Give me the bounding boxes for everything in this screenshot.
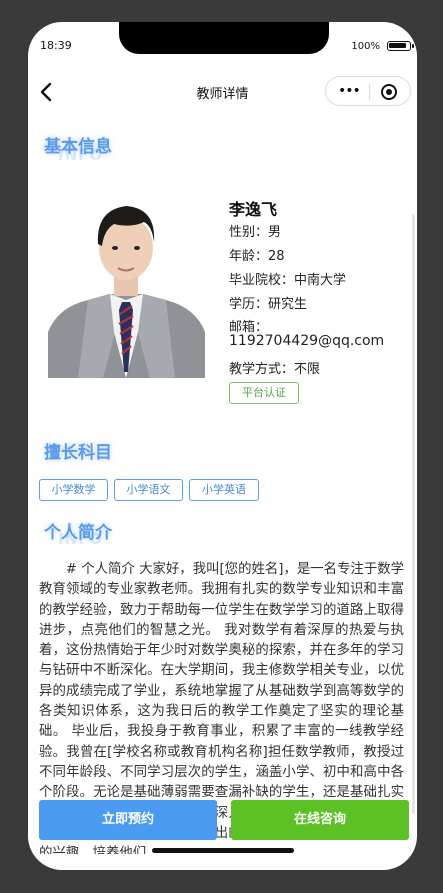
subject-tag[interactable]: 小学英语 bbox=[189, 479, 259, 501]
teacher-gender: 性别：男 bbox=[229, 225, 282, 240]
section-title-basic-info: 基本信息 bbox=[44, 137, 112, 157]
close-target-icon[interactable] bbox=[381, 84, 397, 100]
battery-icon bbox=[387, 41, 411, 51]
action-bar: 立即预约 在线咨询 bbox=[28, 800, 417, 870]
scrollbar[interactable] bbox=[412, 214, 415, 814]
subject-tag[interactable]: 小学语文 bbox=[114, 479, 183, 501]
online-consult-button[interactable]: 在线咨询 bbox=[231, 800, 409, 840]
capsule-divider bbox=[369, 84, 370, 100]
notch bbox=[119, 22, 329, 54]
platform-cert-badge[interactable]: 平台认证 bbox=[229, 382, 299, 404]
content-area[interactable]: INFO 基本信息 李逸飞 性别：男 年龄：28 毕业院校：中南大学 学历：研究… bbox=[28, 114, 417, 854]
status-time: 18:39 bbox=[40, 39, 72, 52]
more-icon[interactable]: ••• bbox=[338, 84, 361, 98]
section-title-subjects: 擅长科目 bbox=[44, 443, 112, 463]
battery-tip bbox=[412, 44, 414, 48]
teacher-email: 1192704429@qq.com bbox=[229, 333, 385, 349]
teaching-mode: 教学方式：不限 bbox=[229, 362, 321, 377]
mini-program-capsule: ••• bbox=[325, 76, 411, 106]
book-now-button[interactable]: 立即预约 bbox=[39, 800, 217, 840]
phone-screen: 18:39 100% 教师详情 ••• INFO 基本信息 李逸飞 性别：男 年… bbox=[28, 22, 417, 870]
teacher-photo bbox=[48, 182, 205, 378]
teacher-school: 毕业院校：中南大学 bbox=[229, 273, 347, 288]
navigation-bar: 教师详情 ••• bbox=[28, 74, 417, 110]
subject-tag[interactable]: 小学数学 bbox=[39, 479, 108, 501]
teacher-age: 年龄：28 bbox=[229, 249, 285, 264]
teacher-degree: 学历：研究生 bbox=[229, 297, 308, 312]
section-title-intro: 个人简介 bbox=[44, 523, 112, 543]
teacher-name: 李逸飞 bbox=[229, 200, 278, 219]
home-indicator[interactable] bbox=[152, 848, 294, 853]
battery-percent: 100% bbox=[351, 41, 380, 52]
